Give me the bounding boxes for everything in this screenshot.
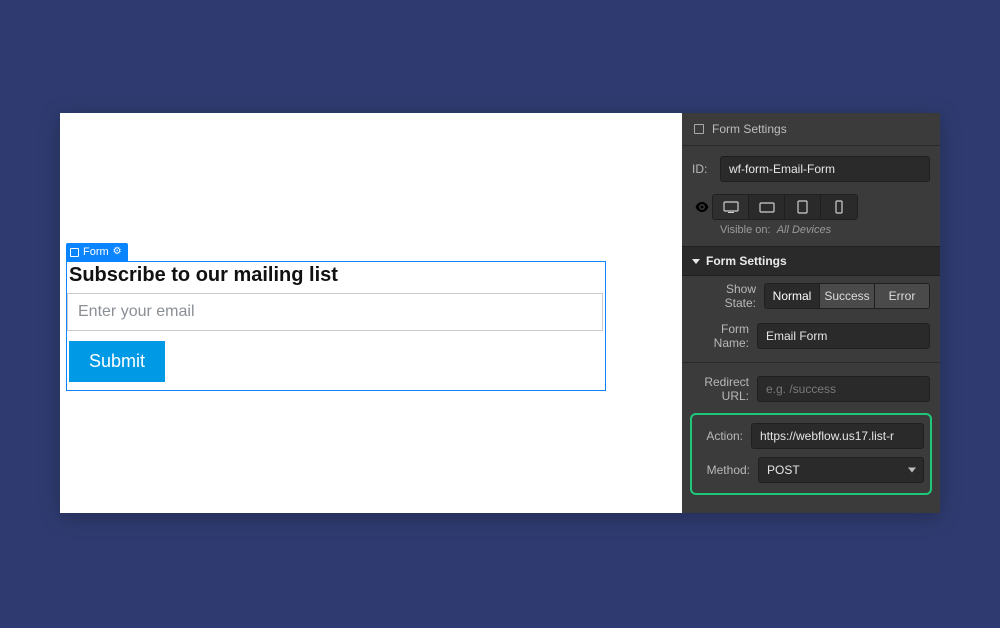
method-select-value[interactable] bbox=[758, 457, 924, 483]
visibility-row bbox=[682, 188, 940, 222]
show-state-label: Show State: bbox=[692, 282, 764, 310]
design-canvas[interactable]: Form ⚙ Subscribe to our mailing list Sub… bbox=[60, 113, 682, 513]
email-input[interactable] bbox=[67, 293, 603, 331]
device-tablet-portrait-icon[interactable] bbox=[785, 195, 821, 219]
selection-tag[interactable]: Form ⚙ bbox=[66, 243, 128, 261]
method-select[interactable] bbox=[758, 457, 924, 483]
submit-button[interactable]: Submit bbox=[69, 341, 165, 382]
id-row: ID: bbox=[682, 146, 940, 188]
device-visibility-toggle[interactable] bbox=[712, 194, 858, 220]
visibility-caption: Visible on: All Devices bbox=[682, 222, 940, 246]
action-row: Action: bbox=[692, 419, 930, 453]
form-name-label: Form Name: bbox=[692, 322, 757, 350]
device-desktop-icon[interactable] bbox=[713, 195, 749, 219]
selection-tag-label: Form bbox=[83, 246, 109, 258]
form-heading[interactable]: Subscribe to our mailing list bbox=[67, 262, 605, 293]
form-name-row: Form Name: bbox=[682, 316, 940, 356]
gear-icon[interactable]: ⚙ bbox=[113, 247, 122, 257]
eye-icon bbox=[692, 200, 712, 215]
show-state-row: Show State: Normal Success Error bbox=[682, 276, 940, 316]
form-selection-outline[interactable]: Subscribe to our mailing list Submit bbox=[66, 261, 606, 391]
form-name-input[interactable] bbox=[757, 323, 930, 349]
settings-panel: Form Settings ID: bbox=[682, 113, 940, 513]
form-settings-section-header[interactable]: Form Settings bbox=[682, 246, 940, 276]
action-method-highlight: Action: Method: bbox=[690, 413, 932, 495]
divider bbox=[682, 362, 940, 363]
device-phone-icon[interactable] bbox=[821, 195, 857, 219]
method-label: Method: bbox=[698, 463, 758, 477]
device-tablet-landscape-icon[interactable] bbox=[749, 195, 785, 219]
panel-title-row: Form Settings bbox=[682, 113, 940, 146]
form-block-icon bbox=[694, 124, 704, 134]
state-success-button[interactable]: Success bbox=[820, 284, 875, 308]
redirect-url-row: Redirect URL: bbox=[682, 369, 940, 409]
id-input[interactable] bbox=[720, 156, 930, 182]
state-normal-button[interactable]: Normal bbox=[765, 284, 820, 308]
action-label: Action: bbox=[698, 429, 751, 443]
redirect-url-input[interactable] bbox=[757, 376, 930, 402]
caret-down-icon bbox=[692, 259, 700, 264]
action-input[interactable] bbox=[751, 423, 924, 449]
show-state-segment[interactable]: Normal Success Error bbox=[764, 283, 930, 309]
panel-title: Form Settings bbox=[712, 122, 787, 136]
redirect-url-label: Redirect URL: bbox=[692, 375, 757, 403]
id-label: ID: bbox=[692, 162, 720, 176]
editor-stage: Form ⚙ Subscribe to our mailing list Sub… bbox=[60, 113, 940, 513]
form-block-icon bbox=[70, 248, 79, 257]
state-error-button[interactable]: Error bbox=[875, 284, 929, 308]
method-row: Method: bbox=[692, 453, 930, 487]
